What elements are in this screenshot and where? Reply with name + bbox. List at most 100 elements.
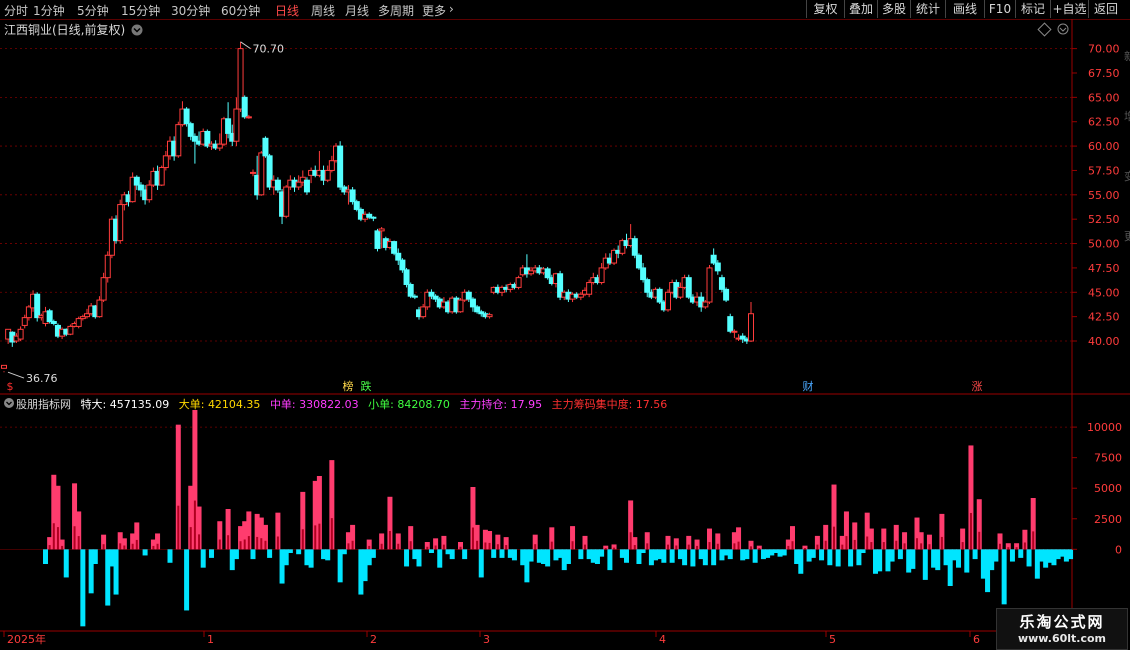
volume-bar-down <box>337 549 343 583</box>
candle-body <box>710 254 717 264</box>
volume-bar-core <box>870 542 873 550</box>
volume-bar-core <box>227 535 230 550</box>
volume-bar-core <box>426 546 429 550</box>
volume-bar-down <box>545 549 551 567</box>
volume-bar-core <box>940 536 943 550</box>
low-pointer <box>7 371 25 379</box>
candle-body <box>411 295 418 298</box>
volume-bar-down <box>491 549 497 558</box>
volume-bar-down <box>860 549 866 553</box>
event-marker: $ <box>7 380 14 393</box>
volume-bar-down <box>877 549 883 572</box>
volume-bar-core <box>750 546 752 550</box>
volume-bar-core <box>123 545 126 550</box>
volume-bar-core <box>388 530 391 550</box>
candle-body <box>727 316 734 332</box>
candle-body <box>283 186 290 217</box>
volume-bar-down <box>599 549 605 557</box>
volume-bar-core <box>156 543 159 550</box>
candle-body <box>656 288 663 303</box>
volume-bar-core <box>198 534 201 550</box>
candle-body <box>586 282 593 295</box>
high-pointer <box>240 41 251 50</box>
volume-bar-down <box>250 549 256 560</box>
volume-bar-down <box>142 549 148 556</box>
candle-body <box>631 238 638 256</box>
volume-bar-down <box>640 549 646 553</box>
date-tick-label: 2025年 <box>7 632 46 646</box>
candle-body <box>544 268 551 279</box>
volume-bar-core <box>314 525 317 550</box>
volume-bar-down <box>267 549 273 558</box>
da-dan-label: 大单: <box>178 398 205 411</box>
price-tick-label: 60.00 <box>1088 140 1120 153</box>
volume-bar-down <box>43 549 48 564</box>
candle-body <box>748 313 754 342</box>
volume-bar-core <box>758 548 761 550</box>
candle-body <box>706 267 713 303</box>
edge-glyph: 变 <box>1124 169 1130 183</box>
volume-bar-core <box>56 527 59 550</box>
kline-chart[interactable]: 70.70 36.76 $ 榜跌 财 涨 70.00 67.50 65.00 62.50 60.0… <box>0 0 1130 650</box>
event-marker: 跌 <box>361 379 372 393</box>
volume-bar-core <box>646 543 649 550</box>
volume-bar-core <box>584 544 586 550</box>
candle-body <box>25 306 32 319</box>
volume-bar-core <box>119 543 122 550</box>
volume-bar-down <box>910 549 916 569</box>
volume-bar-down <box>296 549 302 555</box>
candle-body <box>644 279 651 293</box>
volume-bar-down <box>428 549 434 553</box>
candle-body <box>137 184 144 191</box>
volume-bar-core <box>318 523 321 550</box>
zhong-dan-label: 中单: <box>269 398 296 411</box>
volume-bar-core <box>218 539 221 550</box>
candle-body <box>216 143 223 149</box>
candle-body <box>349 189 356 203</box>
candle-body <box>457 299 464 313</box>
xiao-dan-label: 小单: <box>368 398 394 411</box>
volume-bar-core <box>882 542 885 550</box>
settings-circle-icon[interactable] <box>1057 23 1069 35</box>
volume-bar-core <box>978 531 981 550</box>
volume-bar-core <box>550 541 553 550</box>
volume-bar-core <box>484 542 487 550</box>
date-tick-label: 1 <box>207 633 214 646</box>
volume-bar-core <box>476 540 479 550</box>
volume-bar-down <box>607 549 613 571</box>
volume-bar-down <box>993 549 999 562</box>
volume-bar-core <box>675 545 678 550</box>
candle-body <box>225 118 232 134</box>
volume-bar-down <box>341 549 347 555</box>
volume-bar-down <box>565 549 571 564</box>
volume-bar-down <box>727 549 733 560</box>
candle-body <box>469 298 476 308</box>
event-marker: 榜 <box>343 379 354 393</box>
volume-bar-down <box>528 549 534 562</box>
volume-bar-down <box>972 549 978 560</box>
price-tick-label: 67.50 <box>1088 67 1120 80</box>
candle-body <box>46 310 53 323</box>
candle-body <box>399 259 406 271</box>
volume-bar-core <box>301 529 304 550</box>
volume-bar-core <box>496 544 499 550</box>
candle-body <box>104 254 111 279</box>
volume-bar-down <box>80 549 86 627</box>
price-tick-label: 55.00 <box>1088 189 1120 202</box>
volume-bar-core <box>471 527 474 550</box>
volume-bar-down <box>661 549 667 563</box>
date-tick-label: 6 <box>973 633 980 646</box>
volume-bar-core <box>351 540 354 550</box>
volume-bar-down <box>835 549 841 567</box>
volume-tick-label: 7500 <box>1094 452 1122 465</box>
volume-tick-label: 10000 <box>1087 421 1122 434</box>
candle-body <box>21 317 28 326</box>
diamond-icon[interactable] <box>1037 22 1052 37</box>
volume-bar-down <box>325 549 331 561</box>
candle-body <box>133 176 140 186</box>
candle-body <box>241 96 248 118</box>
volume-bar-down <box>752 549 758 563</box>
volume-bar-core <box>131 543 134 550</box>
volume-bar-down <box>113 549 119 595</box>
volume-bar-core <box>824 540 827 550</box>
